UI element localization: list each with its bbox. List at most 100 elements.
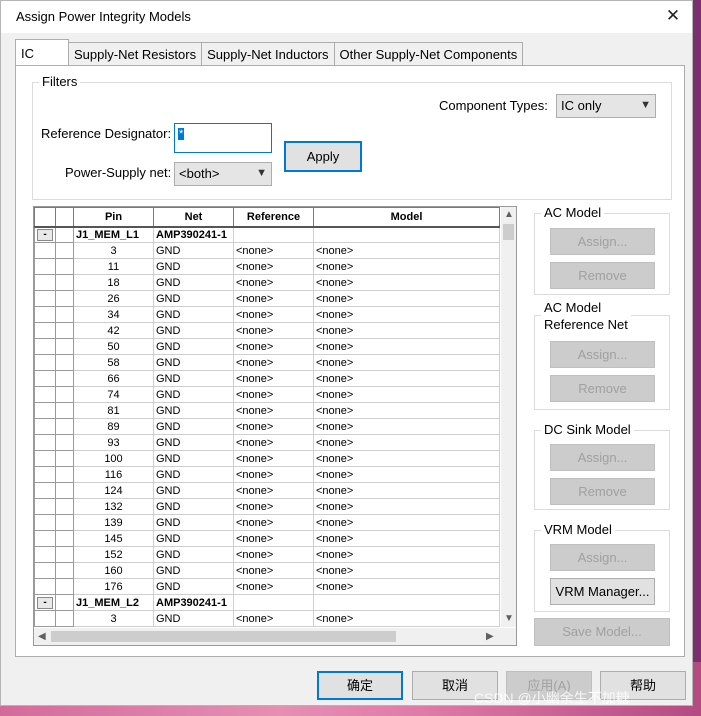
net-cell[interactable]: GND (153, 258, 234, 275)
model-cell[interactable]: <none> (313, 562, 500, 579)
table-row[interactable]: 58 GND <none> <none> (34, 354, 500, 371)
horizontal-scrollbar[interactable]: ◀ ▶ (34, 628, 516, 645)
vertical-scrollbar[interactable]: ▲ ▼ (501, 207, 516, 627)
net-cell[interactable]: GND (153, 370, 234, 387)
table-row[interactable]: 18 GND <none> <none> (34, 274, 500, 291)
net-cell[interactable]: GND (153, 546, 234, 563)
model-cell[interactable]: <none> (313, 434, 500, 451)
row-expander-cell[interactable] (34, 258, 56, 275)
pin-cell[interactable]: 176 (73, 578, 154, 595)
table-row[interactable]: 132 GND <none> <none> (34, 498, 500, 515)
model-cell[interactable]: <none> (313, 370, 500, 387)
reference-cell[interactable]: <none> (233, 306, 314, 323)
row-expander-cell[interactable] (34, 530, 56, 547)
net-cell[interactable]: GND (153, 466, 234, 483)
row-expander-cell[interactable] (34, 322, 56, 339)
net-cell[interactable]: GND (153, 322, 234, 339)
pin-cell[interactable]: 139 (73, 514, 154, 531)
pin-cell[interactable]: 124 (73, 482, 154, 499)
net-cell[interactable]: GND (153, 514, 234, 531)
scroll-thumb[interactable] (503, 224, 514, 240)
row-expander-cell[interactable]: - (34, 594, 56, 611)
row-expander-cell[interactable] (34, 370, 56, 387)
reference-cell[interactable]: <none> (233, 530, 314, 547)
pin-cell[interactable]: 145 (73, 530, 154, 547)
pin-cell[interactable]: 42 (73, 322, 154, 339)
scroll-thumb[interactable] (51, 631, 396, 642)
row-expander-cell[interactable] (34, 578, 56, 595)
model-cell[interactable]: <none> (313, 354, 500, 371)
reference-cell[interactable]: <none> (233, 482, 314, 499)
scroll-down-icon[interactable]: ▼ (504, 613, 514, 624)
pin-cell[interactable]: 81 (73, 402, 154, 419)
net-cell[interactable]: GND (153, 578, 234, 595)
net-cell[interactable]: GND (153, 402, 234, 419)
table-row[interactable]: 74 GND <none> <none> (34, 386, 500, 403)
ac-remove-button[interactable]: Remove (550, 262, 655, 289)
row-expander-cell[interactable] (34, 386, 56, 403)
pin-cell[interactable]: 3 (73, 610, 154, 627)
pin-cell[interactable]: 50 (73, 338, 154, 355)
row-expander-cell[interactable] (34, 338, 56, 355)
model-cell[interactable]: <none> (313, 402, 500, 419)
row-expander-cell[interactable] (34, 466, 56, 483)
group-row[interactable]: - J1_MEM_L1 AMP390241-1 (34, 226, 500, 243)
net-cell[interactable]: GND (153, 530, 234, 547)
row-expander-cell[interactable] (34, 354, 56, 371)
table-row[interactable]: 152 GND <none> <none> (34, 546, 500, 563)
table-row[interactable]: 26 GND <none> <none> (34, 290, 500, 307)
pin-cell[interactable]: 11 (73, 258, 154, 275)
collapse-icon[interactable]: - (37, 228, 53, 241)
tab-ic[interactable]: IC (15, 39, 69, 65)
row-expander-cell[interactable] (34, 402, 56, 419)
reference-cell[interactable]: <none> (233, 402, 314, 419)
reference-cell[interactable]: <none> (233, 450, 314, 467)
pin-cell[interactable]: 58 (73, 354, 154, 371)
model-cell[interactable]: <none> (313, 274, 500, 291)
model-cell[interactable]: <none> (313, 258, 500, 275)
row-expander-cell[interactable] (34, 274, 56, 291)
table-row[interactable]: 66 GND <none> <none> (34, 370, 500, 387)
net-cell[interactable]: GND (153, 450, 234, 467)
table-row[interactable]: 93 GND <none> <none> (34, 434, 500, 451)
tab-supply-net-inductors[interactable]: Supply-Net Inductors (201, 42, 335, 66)
net-cell[interactable]: GND (153, 498, 234, 515)
pin-cell[interactable]: 152 (73, 546, 154, 563)
table-row[interactable]: 116 GND <none> <none> (34, 466, 500, 483)
pin-cell[interactable]: 66 (73, 370, 154, 387)
row-expander-cell[interactable] (34, 482, 56, 499)
net-cell[interactable]: GND (153, 306, 234, 323)
model-cell[interactable]: <none> (313, 498, 500, 515)
reference-cell[interactable]: <none> (233, 610, 314, 627)
table-row[interactable]: 160 GND <none> <none> (34, 562, 500, 579)
pin-cell[interactable]: 160 (73, 562, 154, 579)
pin-cell[interactable]: 89 (73, 418, 154, 435)
model-cell[interactable]: <none> (313, 418, 500, 435)
net-cell[interactable]: GND (153, 386, 234, 403)
pin-cell[interactable]: 100 (73, 450, 154, 467)
reference-cell[interactable]: <none> (233, 434, 314, 451)
table-row[interactable]: 100 GND <none> <none> (34, 450, 500, 467)
ac-ref-remove-button[interactable]: Remove (550, 375, 655, 402)
reference-cell[interactable]: <none> (233, 338, 314, 355)
reference-cell[interactable]: <none> (233, 354, 314, 371)
model-cell[interactable] (313, 594, 500, 611)
row-expander-cell[interactable] (34, 418, 56, 435)
reference-cell[interactable]: <none> (233, 258, 314, 275)
table-row[interactable]: 11 GND <none> <none> (34, 258, 500, 275)
net-cell[interactable]: GND (153, 290, 234, 307)
net-cell[interactable]: GND (153, 562, 234, 579)
table-row[interactable]: 42 GND <none> <none> (34, 322, 500, 339)
model-cell[interactable]: <none> (313, 546, 500, 563)
vrm-assign-button[interactable]: Assign... (550, 544, 655, 571)
table-row[interactable]: 139 GND <none> <none> (34, 514, 500, 531)
reference-cell[interactable] (233, 594, 314, 611)
net-cell[interactable]: GND (153, 482, 234, 499)
row-expander-cell[interactable]: - (34, 226, 56, 243)
tab-supply-net-resistors[interactable]: Supply-Net Resistors (68, 42, 203, 66)
power-net-select[interactable]: <both> ▼ (174, 162, 272, 186)
column-header-pin[interactable]: Pin (73, 207, 154, 228)
tab-other-supply-net-components[interactable]: Other Supply-Net Components (333, 42, 524, 66)
close-icon[interactable]: ✕ (662, 5, 684, 27)
table-row[interactable]: 50 GND <none> <none> (34, 338, 500, 355)
